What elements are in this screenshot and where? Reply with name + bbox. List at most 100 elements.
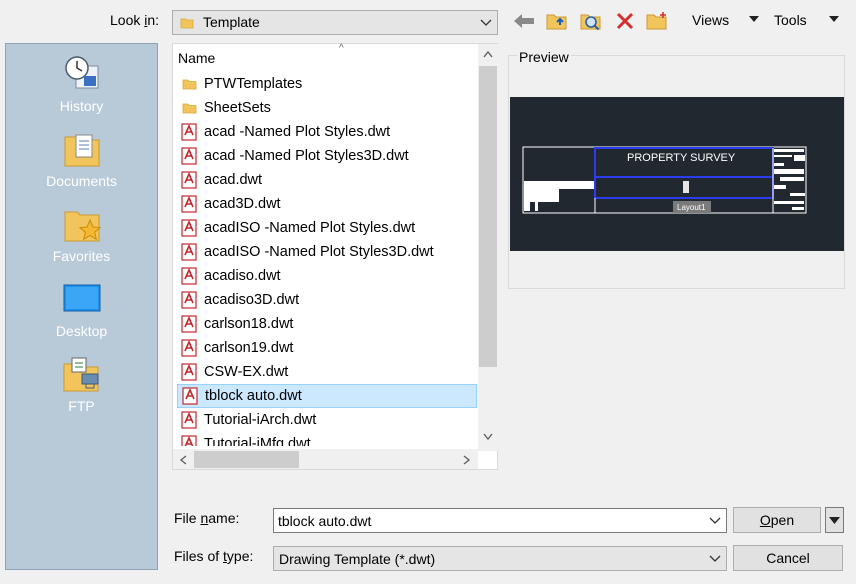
dwt-file-icon [181, 339, 198, 357]
chevron-down-icon[interactable] [708, 513, 722, 527]
scroll-down-icon[interactable] [483, 430, 493, 444]
file-name: acad.dwt [204, 172, 263, 188]
views-menu-button[interactable]: Views [692, 12, 729, 28]
place-label: History [59, 98, 104, 114]
file-name: carlson19.dwt [204, 340, 294, 356]
tools-dropdown-icon[interactable] [828, 15, 840, 23]
file-list[interactable]: Name ^ PTWTemplates SheetSets acad -Named … [172, 43, 498, 470]
place-favorites[interactable]: Favorites [6, 204, 157, 264]
file-row[interactable]: acadISO -Named Plot Styles3D.dwt [177, 240, 477, 264]
file-row[interactable]: acadiso3D.dwt [177, 288, 477, 312]
folder-icon [181, 99, 198, 117]
history-icon [62, 54, 102, 94]
dwt-file-icon [181, 435, 198, 446]
place-ftp[interactable]: FTP [6, 354, 157, 414]
column-header-name[interactable]: Name [178, 50, 215, 66]
documents-icon [62, 129, 102, 169]
file-name: acad -Named Plot Styles3D.dwt [204, 148, 409, 164]
file-row[interactable]: acad3D.dwt [177, 192, 477, 216]
dwt-file-icon [181, 147, 198, 165]
horizontal-scroll-thumb[interactable] [194, 451, 299, 468]
open-button[interactable]: Open [733, 507, 821, 533]
dwt-file-icon [181, 411, 198, 429]
vertical-scroll-thumb[interactable] [479, 66, 497, 367]
files-of-type-label: Files of type: [174, 548, 254, 564]
ftp-icon [62, 354, 102, 394]
look-in-label: Look in: [110, 12, 160, 28]
file-name: acad -Named Plot Styles.dwt [204, 124, 391, 140]
place-label: FTP [68, 398, 95, 414]
scroll-right-icon[interactable] [463, 454, 471, 468]
file-name-input[interactable]: tblock auto.dwt [273, 508, 727, 533]
file-name-label: File name: [174, 510, 240, 526]
vertical-scrollbar[interactable] [478, 44, 498, 451]
files-of-type-combo[interactable]: Drawing Template (*.dwt) [273, 546, 727, 571]
file-row[interactable]: CSW-EX.dwt [177, 360, 477, 384]
file-name: acadISO -Named Plot Styles.dwt [204, 220, 416, 236]
preview-title-text: PROPERTY SURVEY [627, 152, 736, 164]
file-row[interactable]: acadiso.dwt [177, 264, 477, 288]
search-web-icon[interactable] [579, 9, 603, 33]
place-history[interactable]: History [6, 54, 157, 114]
dwt-file-icon [181, 267, 198, 285]
folder-row[interactable]: PTWTemplates [177, 72, 477, 96]
file-row[interactable]: tblock auto.dwt [177, 384, 477, 408]
file-rows: PTWTemplates SheetSets acad -Named Plot St… [177, 72, 477, 446]
look-in-combo[interactable]: Template [172, 10, 498, 35]
dwt-file-icon [181, 195, 198, 213]
file-row[interactable]: carlson18.dwt [177, 312, 477, 336]
file-row[interactable]: carlson19.dwt [177, 336, 477, 360]
chevron-down-icon[interactable] [479, 15, 493, 29]
favorites-icon [62, 204, 102, 244]
file-name: CSW-EX.dwt [204, 364, 289, 380]
file-name: carlson18.dwt [204, 316, 294, 332]
dwt-file-icon [181, 315, 198, 333]
files-of-type-value: Drawing Template (*.dwt) [279, 551, 436, 567]
preview-image: PROPERTY SURVEY Layout1 [510, 97, 844, 251]
chevron-down-icon[interactable] [708, 551, 722, 565]
file-row[interactable]: acad -Named Plot Styles3D.dwt [177, 144, 477, 168]
folder-icon [180, 16, 194, 33]
dropdown-triangle-icon [829, 517, 840, 524]
back-arrow-icon[interactable] [512, 9, 536, 33]
tools-menu-button[interactable]: Tools [774, 12, 807, 28]
dwt-file-icon [181, 363, 198, 381]
up-folder-icon[interactable] [545, 9, 569, 33]
preview-label: Preview [517, 49, 571, 65]
place-desktop[interactable]: Desktop [6, 279, 157, 339]
places-bar: History Documents Favorites Desktop FTP [5, 43, 158, 570]
place-label: Favorites [52, 248, 111, 264]
dwt-file-icon [181, 123, 198, 141]
file-name-value[interactable]: tblock auto.dwt [278, 513, 371, 529]
scroll-left-icon[interactable] [179, 454, 187, 468]
file-row[interactable]: Tutorial-iArch.dwt [177, 408, 477, 432]
file-name: SheetSets [204, 100, 271, 116]
file-row[interactable]: acad.dwt [177, 168, 477, 192]
dwt-file-icon [181, 291, 198, 309]
scroll-up-icon[interactable] [483, 47, 493, 61]
file-row[interactable]: acadISO -Named Plot Styles.dwt [177, 216, 477, 240]
open-options-button[interactable] [825, 507, 844, 533]
place-documents[interactable]: Documents [6, 129, 157, 189]
place-label: Desktop [55, 323, 108, 339]
file-name: Tutorial-iMfg.dwt [204, 436, 311, 446]
file-name: Tutorial-iArch.dwt [204, 412, 317, 428]
dwt-file-icon [181, 171, 198, 189]
file-name: acadiso.dwt [204, 268, 281, 284]
horizontal-scrollbar[interactable] [173, 449, 478, 469]
dwt-file-icon [181, 219, 198, 237]
file-name: acad3D.dwt [204, 196, 281, 212]
place-label: Documents [46, 173, 117, 189]
folder-row[interactable]: SheetSets [177, 96, 477, 120]
file-name: PTWTemplates [204, 76, 303, 92]
sort-ascending-icon: ^ [339, 43, 344, 54]
file-row[interactable]: acad -Named Plot Styles.dwt [177, 120, 477, 144]
delete-icon[interactable] [613, 9, 637, 33]
file-row[interactable]: Tutorial-iMfg.dwt [177, 432, 477, 446]
views-dropdown-icon[interactable] [748, 15, 760, 23]
cancel-button[interactable]: Cancel [733, 545, 843, 571]
new-folder-icon[interactable] [645, 9, 669, 33]
dwt-file-icon [182, 387, 199, 405]
file-name: acadISO -Named Plot Styles3D.dwt [204, 244, 434, 260]
desktop-icon [62, 279, 102, 319]
